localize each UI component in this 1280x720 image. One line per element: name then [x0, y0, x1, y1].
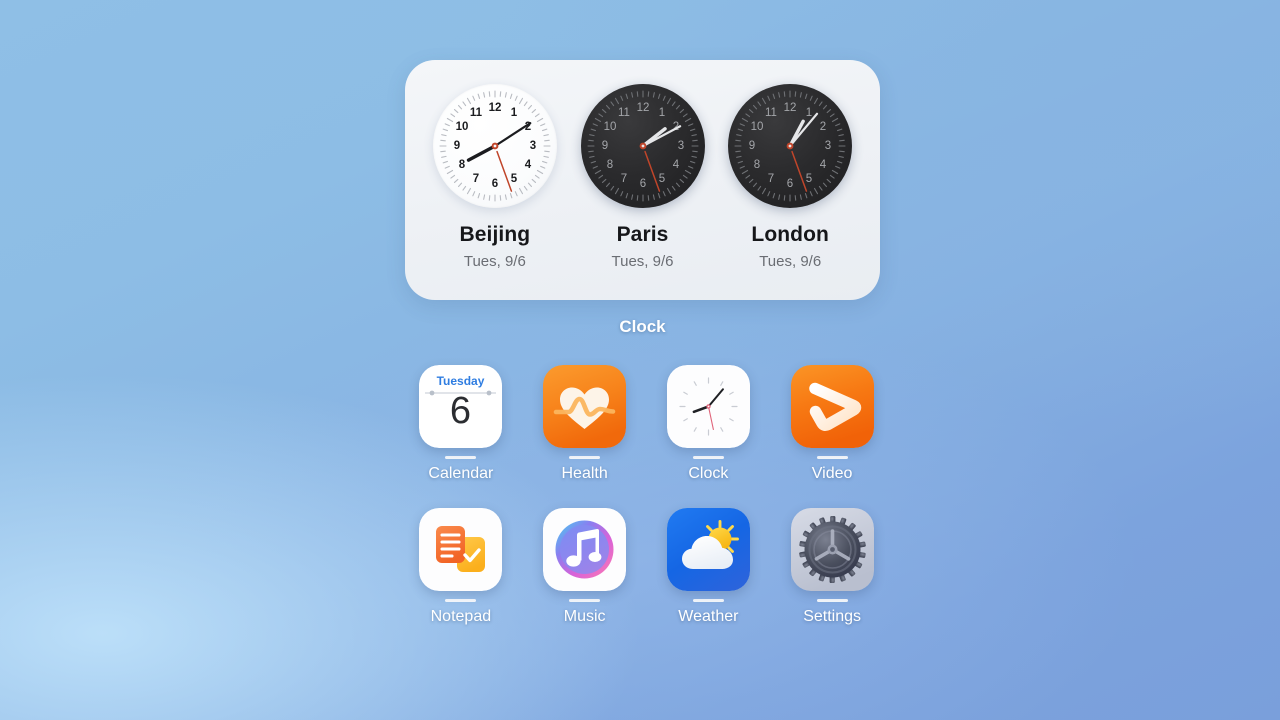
calendar-weekday: Tuesday: [437, 374, 485, 388]
svg-text:6: 6: [492, 178, 498, 190]
app-label: Video: [811, 465, 853, 482]
second-hand: [496, 150, 512, 192]
second-hand: [791, 150, 808, 192]
clock-icon[interactable]: [666, 365, 750, 448]
app-label: Music: [563, 608, 606, 625]
svg-text:4: 4: [525, 159, 532, 171]
svg-text:4: 4: [672, 159, 679, 171]
app-item-video[interactable]: Video: [770, 365, 894, 482]
app-indicator-bar: [816, 456, 848, 459]
calendar-day: 6: [450, 390, 471, 432]
svg-text:3: 3: [825, 140, 831, 152]
svg-text:6: 6: [639, 178, 645, 190]
svg-text:5: 5: [658, 173, 664, 185]
clock-city-name: Beijing: [459, 223, 531, 246]
clock-widget-container: 12 1 2 3 4 5 6 7 8 9 10 11 Beijing Tues,…: [405, 60, 880, 337]
calendar-icon[interactable]: Tuesday 6: [419, 365, 503, 448]
svg-text:9: 9: [749, 140, 755, 152]
svg-text:12: 12: [488, 102, 501, 114]
minute-hand: [641, 125, 681, 148]
app-item-notepad[interactable]: Notepad: [399, 508, 523, 625]
app-item-health[interactable]: Health: [523, 365, 647, 482]
clock-city-name: Paris: [616, 223, 669, 246]
svg-text:10: 10: [603, 121, 616, 133]
app-indicator-bar: [569, 599, 601, 602]
svg-text:2: 2: [820, 121, 826, 133]
app-item-clock[interactable]: Clock: [647, 365, 771, 482]
svg-text:9: 9: [601, 140, 607, 152]
svg-text:9: 9: [454, 140, 460, 152]
app-grid: Tuesday 6 Calendar Health Clock Video No…: [399, 365, 894, 625]
svg-text:3: 3: [677, 140, 683, 152]
hour-hand: [466, 144, 497, 162]
analog-clock-face-london: 12 1 2 3 4 5 6 7 8 9 10 11: [728, 84, 853, 208]
app-label: Weather: [678, 608, 739, 625]
app-label: Calendar: [428, 465, 494, 482]
health-icon[interactable]: [543, 365, 627, 448]
clock-cell-london[interactable]: 12 1 2 3 4 5 6 7 8 9 10 11 London Tues, …: [716, 84, 864, 269]
app-indicator-bar: [692, 456, 724, 459]
music-icon[interactable]: [543, 508, 627, 591]
clock-widget-card[interactable]: 12 1 2 3 4 5 6 7 8 9 10 11 Beijing Tues,…: [405, 60, 880, 300]
svg-text:11: 11: [618, 107, 630, 119]
app-item-calendar[interactable]: Tuesday 6 Calendar: [399, 365, 523, 482]
svg-text:1: 1: [511, 107, 518, 119]
analog-clock-face-paris: 12 1 2 3 4 5 6 7 8 9 10 11: [580, 84, 705, 208]
app-label: Clock: [688, 465, 729, 482]
notepad-icon[interactable]: [419, 508, 503, 591]
app-indicator-bar: [692, 599, 724, 602]
clock-date-text: Tues, 9/6: [463, 253, 526, 270]
app-indicator-bar: [445, 599, 477, 602]
svg-text:3: 3: [530, 140, 536, 152]
weather-icon[interactable]: [666, 508, 750, 591]
settings-icon[interactable]: [790, 508, 874, 591]
app-label: Notepad: [430, 608, 492, 625]
clock-cell-beijing[interactable]: 12 1 2 3 4 5 6 7 8 9 10 11 Beijing Tues,…: [421, 84, 569, 269]
svg-text:10: 10: [455, 121, 468, 133]
clock-date-text: Tues, 9/6: [611, 253, 674, 270]
svg-text:6: 6: [787, 178, 793, 190]
svg-text:7: 7: [620, 173, 626, 185]
svg-text:5: 5: [806, 173, 812, 185]
svg-text:4: 4: [820, 159, 827, 171]
second-hand: [643, 150, 660, 192]
app-item-weather[interactable]: Weather: [647, 508, 771, 625]
minute-hand: [789, 112, 819, 148]
app-indicator-bar: [445, 456, 477, 459]
video-icon[interactable]: [790, 365, 874, 448]
svg-text:1: 1: [806, 107, 812, 119]
clock-cell-paris[interactable]: 12 1 2 3 4 5 6 7 8 9 10 11 Paris Tues, 9…: [569, 84, 717, 269]
app-indicator-bar: [816, 599, 848, 602]
svg-text:1: 1: [658, 107, 664, 119]
app-label: Settings: [803, 608, 862, 625]
svg-text:5: 5: [511, 173, 518, 185]
app-item-music[interactable]: Music: [523, 508, 647, 625]
app-label: Health: [561, 465, 608, 482]
minute-hand: [493, 122, 532, 148]
svg-text:11: 11: [470, 107, 483, 119]
svg-text:12: 12: [784, 102, 797, 114]
clock-date-text: Tues, 9/6: [759, 253, 822, 270]
svg-text:7: 7: [473, 173, 479, 185]
svg-text:8: 8: [459, 159, 466, 171]
svg-text:11: 11: [765, 107, 777, 119]
svg-text:7: 7: [768, 173, 774, 185]
svg-text:8: 8: [754, 159, 760, 171]
widget-label: Clock: [619, 317, 666, 336]
svg-text:10: 10: [751, 121, 764, 133]
svg-text:8: 8: [606, 159, 612, 171]
clock-city-name: London: [751, 223, 829, 246]
app-item-settings[interactable]: Settings: [770, 508, 894, 625]
svg-text:12: 12: [636, 102, 649, 114]
analog-clock-face-beijing: 12 1 2 3 4 5 6 7 8 9 10 11: [432, 84, 557, 208]
app-indicator-bar: [569, 456, 601, 459]
